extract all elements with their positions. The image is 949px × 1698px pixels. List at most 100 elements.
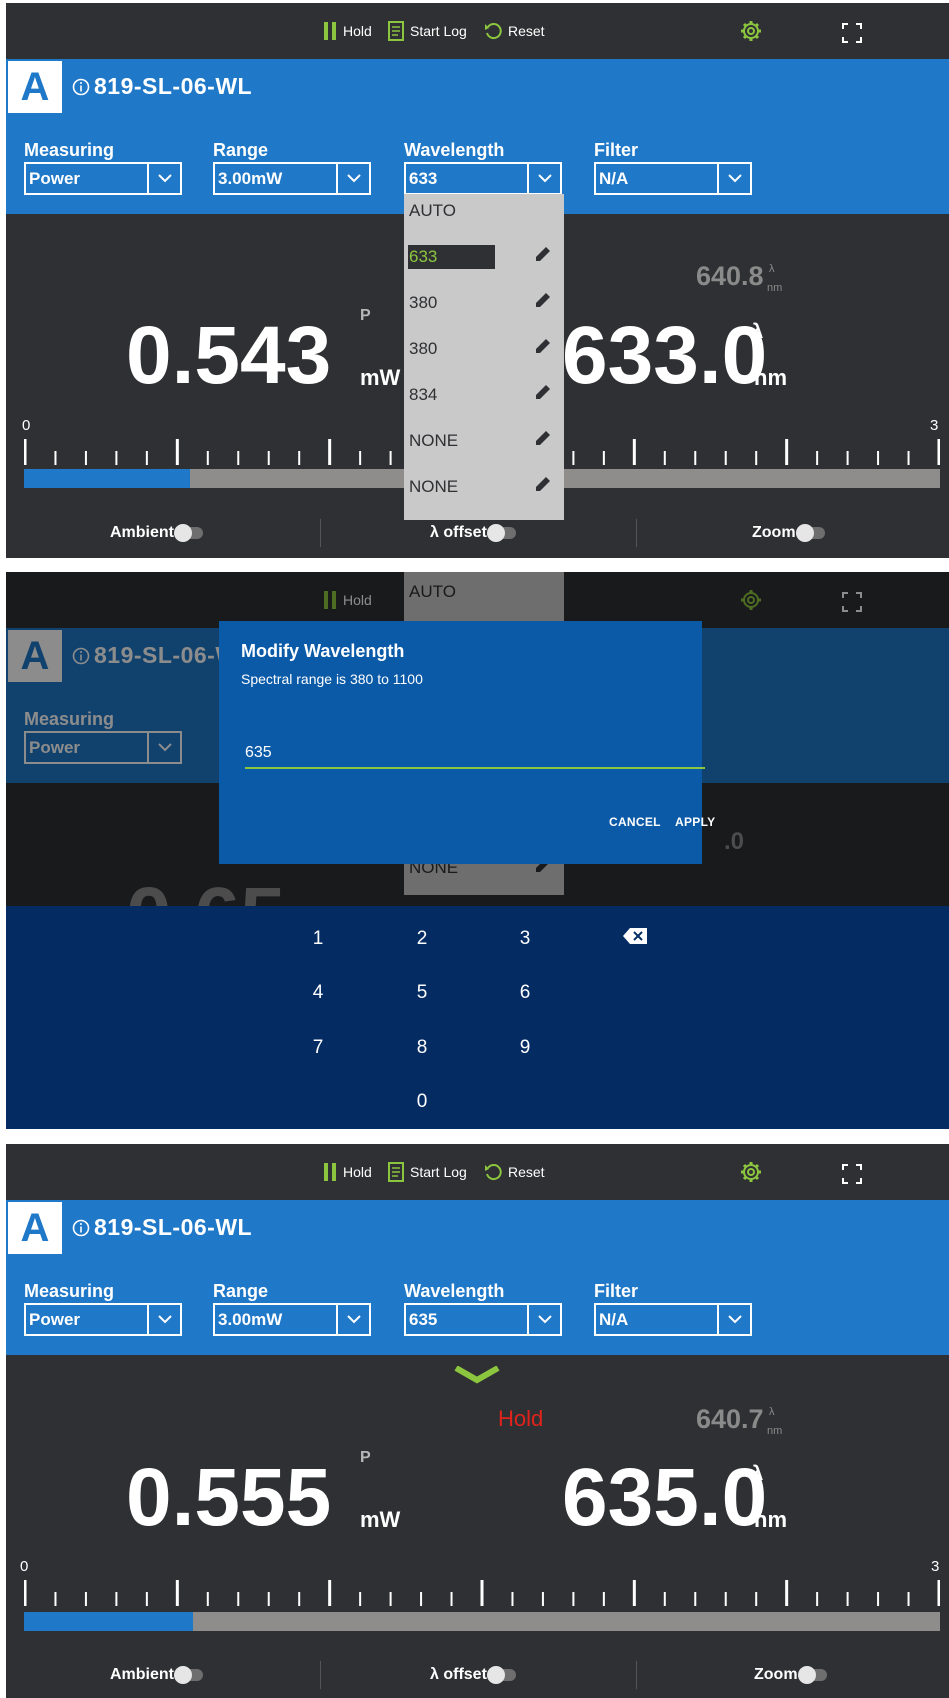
start-log-button[interactable]: Start Log	[388, 19, 467, 43]
option-label: 834	[409, 385, 438, 404]
measuring-select[interactable]: Power	[24, 1303, 182, 1336]
key-5[interactable]: 5	[402, 982, 442, 1004]
power-unit: mW	[360, 1507, 401, 1532]
scale-ruler	[24, 1580, 940, 1606]
power-reading: 0.555	[126, 1452, 332, 1543]
hold-button[interactable]: Hold	[324, 19, 372, 43]
wavelength-option-selected[interactable]: 633	[408, 240, 560, 270]
chevron-down-icon	[717, 164, 750, 193]
wavelength-reading: 635.0	[562, 1452, 768, 1543]
fullscreen-icon	[842, 1164, 862, 1184]
toggle-row: Ambient λ offset Zoom	[6, 1658, 949, 1694]
zoom-switch[interactable]	[795, 524, 825, 542]
wavelength-option[interactable]: 380	[408, 332, 560, 362]
measuring-value: Power	[29, 169, 81, 188]
fullscreen-button[interactable]	[842, 21, 868, 45]
device-title[interactable]: 819-SL-06-WL	[72, 73, 252, 100]
filter-select[interactable]: N/A	[594, 1303, 752, 1336]
reset-button[interactable]: Reset	[484, 1160, 545, 1184]
chevron-down-icon	[147, 164, 180, 193]
power-marker: P	[360, 307, 371, 324]
start-log-button[interactable]: Start Log	[388, 1160, 467, 1184]
hold-button[interactable]: Hold	[324, 1160, 372, 1184]
key-9[interactable]: 9	[505, 1037, 545, 1059]
wavelength-option[interactable]: 834	[408, 378, 560, 408]
ambient-label: Ambient	[110, 524, 174, 541]
wavelength-option[interactable]: NONE	[408, 470, 560, 500]
settings-button[interactable]	[740, 1160, 768, 1184]
filter-select[interactable]: N/A	[594, 162, 752, 195]
power-unit: mW	[360, 365, 401, 390]
key-0[interactable]: 0	[402, 1091, 442, 1113]
toggle-row: Ambient λ offset Zoom	[6, 516, 949, 552]
apply-button[interactable]: APPLY	[675, 815, 715, 829]
device-name: 819-SL-06-WL	[94, 1214, 253, 1240]
key-3[interactable]: 3	[505, 928, 545, 950]
lambda-offset-toggle[interactable]: λ offset	[430, 524, 516, 542]
wavelength-input[interactable]	[245, 739, 705, 769]
start-log-label: Start Log	[410, 23, 467, 39]
info-icon	[72, 1219, 90, 1236]
expand-chevron-button[interactable]	[454, 1365, 500, 1391]
chevron-down-icon	[527, 1305, 560, 1334]
range-select[interactable]: 3.00mW	[213, 1303, 371, 1336]
key-2[interactable]: 2	[402, 928, 442, 950]
wavelength-select[interactable]: 635	[404, 1303, 562, 1336]
pencil-icon[interactable]	[534, 245, 552, 268]
pencil-icon[interactable]	[534, 337, 552, 360]
ambient-switch[interactable]	[174, 524, 203, 542]
key-7[interactable]: 7	[298, 1037, 338, 1059]
option-label: AUTO	[409, 201, 456, 220]
key-6[interactable]: 6	[505, 982, 545, 1004]
ambient-toggle[interactable]: Ambient	[110, 1666, 203, 1684]
key-1[interactable]: 1	[298, 928, 338, 950]
pencil-icon[interactable]	[534, 383, 552, 406]
power-reading: 0.543	[126, 310, 332, 401]
wavelength-option-auto[interactable]: AUTO	[408, 194, 560, 224]
lambda-offset-switch[interactable]	[486, 1666, 516, 1684]
range-select[interactable]: 3.00mW	[213, 162, 371, 195]
reset-button[interactable]: Reset	[484, 19, 545, 43]
fullscreen-button[interactable]	[842, 1162, 868, 1186]
ambient-switch[interactable]	[174, 1666, 203, 1684]
zoom-toggle[interactable]: Zoom	[752, 524, 825, 542]
zoom-label: Zoom	[752, 524, 796, 541]
wavelength-marker: λ	[752, 321, 764, 343]
ambient-toggle[interactable]: Ambient	[110, 524, 203, 542]
gear-icon	[741, 1162, 761, 1182]
zoom-switch[interactable]	[797, 1666, 827, 1684]
hold-label: Hold	[343, 1164, 372, 1180]
secondary-lambda-marker: λ	[769, 263, 775, 275]
power-bar	[24, 1612, 940, 1631]
backspace-key[interactable]	[615, 928, 655, 950]
cancel-button[interactable]: CANCEL	[609, 815, 661, 829]
secondary-lambda-marker: λ	[769, 1406, 775, 1418]
pencil-icon[interactable]	[534, 291, 552, 314]
device-title[interactable]: 819-SL-06-WL	[72, 1214, 252, 1241]
measuring-select[interactable]: Power	[24, 162, 182, 195]
key-4[interactable]: 4	[298, 982, 338, 1004]
start-log-label: Start Log	[410, 1164, 467, 1180]
settings-button[interactable]	[740, 19, 768, 43]
wavelength-option[interactable]: 380	[408, 286, 560, 316]
secondary-wavelength-unit: nm	[767, 1425, 783, 1437]
scale-max: 3	[931, 1558, 940, 1575]
zoom-toggle[interactable]: Zoom	[754, 1666, 827, 1684]
lambda-offset-toggle[interactable]: λ offset	[430, 1666, 516, 1684]
measuring-label: Measuring	[24, 1281, 115, 1301]
lambda-offset-switch[interactable]	[486, 524, 516, 542]
wavelength-select[interactable]: 633	[404, 162, 562, 195]
info-icon	[72, 78, 90, 95]
scale-min: 0	[22, 417, 31, 434]
range-value: 3.00mW	[218, 169, 283, 188]
screen-2-panel: Hold A 819-SL-06-WL Measuring Power AUTO…	[6, 572, 949, 1129]
option-label: NONE	[409, 431, 459, 450]
key-8[interactable]: 8	[402, 1037, 442, 1059]
wavelength-option[interactable]: NONE	[408, 424, 560, 454]
pencil-icon[interactable]	[534, 475, 552, 498]
log-document-icon	[388, 1162, 404, 1182]
dialog-subtitle: Spectral range is 380 to 1100	[241, 671, 423, 687]
pencil-icon[interactable]	[534, 429, 552, 452]
filter-value: N/A	[599, 1310, 629, 1329]
filter-label: Filter	[594, 1281, 639, 1301]
